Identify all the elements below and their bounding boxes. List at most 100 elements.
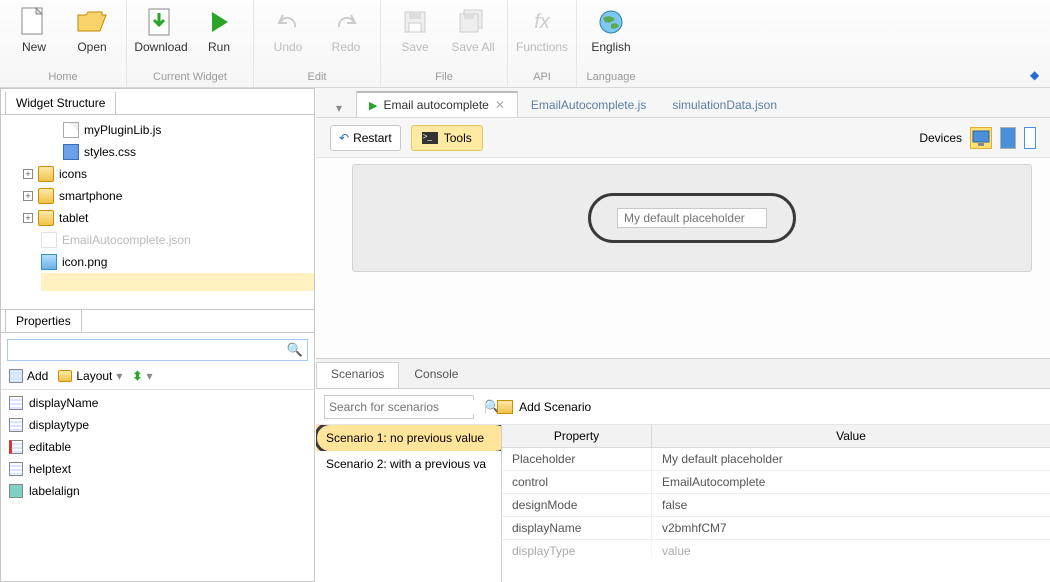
table-row[interactable]: displayTypevalue <box>502 540 1050 558</box>
simulation-toolbar: ↶Restart Tools Devices <box>316 118 1050 158</box>
table-row[interactable]: displayNamev2bmhfCM7 <box>502 517 1050 540</box>
device-desktop-button[interactable] <box>970 127 992 149</box>
bottom-tab-scenarios[interactable]: Scenarios <box>316 362 399 388</box>
property-icon <box>9 440 23 454</box>
download-icon <box>145 6 177 38</box>
functions-button[interactable]: fx Functions <box>516 4 568 56</box>
open-button[interactable]: Open <box>66 4 118 56</box>
expand-icon[interactable]: + <box>23 169 33 179</box>
scenario-search[interactable]: 🔍 <box>324 395 474 419</box>
save-button[interactable]: Save <box>389 4 441 56</box>
scenario-list: Scenario 1: no previous value Scenario 2… <box>316 425 502 582</box>
run-button[interactable]: Run <box>193 4 245 56</box>
folder-icon <box>38 210 54 226</box>
properties-tab[interactable]: Properties <box>5 310 82 333</box>
device-phone-button[interactable] <box>1024 127 1036 149</box>
save-all-button[interactable]: Save All <box>447 4 499 56</box>
ribbon-group-file: Save Save All File <box>381 0 508 87</box>
selected-placeholder-row[interactable] <box>41 273 314 291</box>
scenario-icon <box>497 400 513 414</box>
property-icon <box>9 396 23 410</box>
prop-labelalign[interactable]: labelalign <box>1 480 314 502</box>
tab-simulationdata-json[interactable]: simulationData.json <box>659 91 790 117</box>
ribbon-group-language: English Language <box>577 0 645 87</box>
bottom-panel: Scenarios Console 🔍 | Add Scenario Scena… <box>316 358 1050 582</box>
tabs-dropdown[interactable]: ▾ <box>330 99 348 117</box>
undo-button[interactable]: Undo <box>262 4 314 56</box>
expand-icon[interactable]: + <box>23 213 33 223</box>
close-icon[interactable]: ✕ <box>495 98 505 112</box>
email-autocomplete-input[interactable] <box>617 208 767 228</box>
tools-button[interactable]: Tools <box>411 125 483 151</box>
image-file-icon <box>41 254 57 270</box>
highlight-ring <box>588 193 796 243</box>
language-button[interactable]: English <box>585 4 637 56</box>
properties-toolbar: Add Layout▾ ⬍▾ <box>1 367 314 390</box>
table-row[interactable]: designModefalse <box>502 494 1050 517</box>
property-icon <box>9 418 23 432</box>
save-all-icon <box>457 6 489 38</box>
new-button[interactable]: New <box>8 4 60 56</box>
search-icon[interactable]: 🔍 <box>287 342 303 358</box>
chevron-down-icon: ▾ <box>116 369 122 383</box>
folder-icon <box>58 370 72 382</box>
redo-button[interactable]: Redo <box>320 4 372 56</box>
restart-button[interactable]: ↶Restart <box>330 125 401 151</box>
editor-area: ▾ ▶Email autocomplete✕ EmailAutocomplete… <box>316 88 1050 582</box>
widget-structure-tree: myPluginLib.js styles.css +icons +smartp… <box>1 114 314 304</box>
property-icon <box>9 462 23 476</box>
scenario-1[interactable]: Scenario 1: no previous value <box>316 425 501 451</box>
sort-icon: ⬍ <box>132 369 142 383</box>
tab-emailautocomplete-js[interactable]: EmailAutocomplete.js <box>518 91 659 117</box>
folder-smartphone[interactable]: +smartphone <box>41 185 314 207</box>
pin-icon[interactable]: ◆ <box>1030 68 1044 82</box>
add-scenario-button[interactable]: Add Scenario <box>497 400 591 414</box>
layout-button[interactable]: Layout▾ <box>58 369 122 383</box>
folder-icon <box>38 166 54 182</box>
add-property-button[interactable]: Add <box>9 369 48 383</box>
properties-search[interactable]: 🔍 <box>7 339 308 361</box>
prop-displayname[interactable]: displayName <box>1 392 314 414</box>
ribbon-group-home: New Open Home <box>0 0 127 87</box>
terminal-icon <box>422 132 438 144</box>
file-emailautocomplete-json[interactable]: EmailAutocomplete.json <box>41 229 314 251</box>
prop-helptext[interactable]: helptext <box>1 458 314 480</box>
file-mypluginlib[interactable]: myPluginLib.js <box>41 119 314 141</box>
json-file-icon <box>41 232 57 248</box>
folder-icon <box>38 188 54 204</box>
grid-header-property: Property <box>502 425 652 447</box>
scenario-search-input[interactable] <box>329 400 484 414</box>
scenario-2[interactable]: Scenario 2: with a previous va <box>316 451 501 477</box>
properties-search-input[interactable] <box>12 343 287 357</box>
bottom-tab-console[interactable]: Console <box>399 362 473 388</box>
restart-icon: ↶ <box>339 131 349 145</box>
scenario-properties-grid: Property Value PlaceholderMy default pla… <box>502 425 1050 582</box>
js-file-icon <box>63 122 79 138</box>
expand-icon[interactable]: + <box>23 191 33 201</box>
device-tablet-button[interactable] <box>1000 127 1016 149</box>
prop-editable[interactable]: editable <box>1 436 314 458</box>
redo-icon <box>330 6 362 38</box>
devices-switcher: Devices <box>919 127 1036 149</box>
tab-email-autocomplete[interactable]: ▶Email autocomplete✕ <box>356 91 518 117</box>
table-row[interactable]: PlaceholderMy default placeholder <box>502 448 1050 471</box>
css-file-icon <box>63 144 79 160</box>
folder-icons[interactable]: +icons <box>41 163 314 185</box>
fx-icon: fx <box>526 6 558 38</box>
file-icon-png[interactable]: icon.png <box>41 251 314 273</box>
grid-header-value: Value <box>652 425 1050 447</box>
preview-canvas <box>352 164 1032 272</box>
table-row[interactable]: controlEmailAutocomplete <box>502 471 1050 494</box>
folder-tablet[interactable]: +tablet <box>41 207 314 229</box>
ribbon-group-api: fx Functions API <box>508 0 577 87</box>
sort-button[interactable]: ⬍▾ <box>132 369 152 383</box>
ribbon: New Open Home Download Run Current Widge… <box>0 0 1050 88</box>
add-icon <box>9 369 23 383</box>
play-icon <box>203 6 235 38</box>
ribbon-group-current-widget: Download Run Current Widget <box>127 0 254 87</box>
properties-panel: Properties 🔍 Add Layout▾ ⬍▾ displayName … <box>1 309 314 581</box>
download-button[interactable]: Download <box>135 4 187 56</box>
prop-displaytype[interactable]: displaytype <box>1 414 314 436</box>
file-styles[interactable]: styles.css <box>41 141 314 163</box>
widget-structure-tab[interactable]: Widget Structure <box>5 92 116 115</box>
